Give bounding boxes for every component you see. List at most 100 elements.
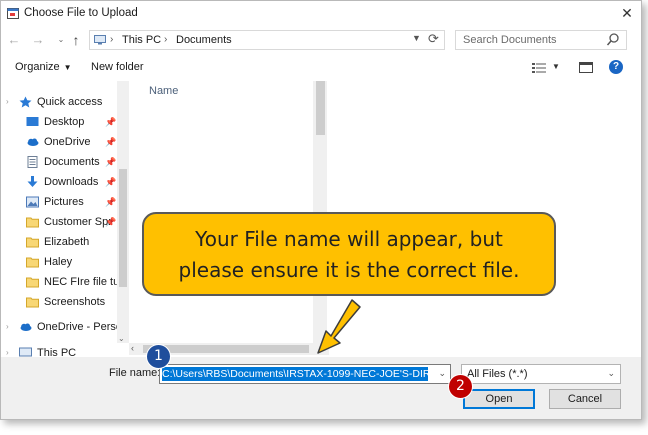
scroll-left-arrow-icon[interactable]: ‹ — [131, 343, 134, 353]
breadcrumb-separator-icon: › — [110, 34, 114, 45]
folder-icon — [26, 277, 39, 288]
view-options-icon[interactable] — [532, 62, 546, 73]
sidebar-item-label: Screenshots — [44, 296, 106, 308]
sidebar-item-haley[interactable]: Haley — [1, 254, 117, 272]
pictures-icon — [26, 196, 39, 208]
navigation-pane: › Quick access Desktop 📌 OneDrive 📌 Docu… — [1, 81, 129, 357]
organize-label: Organize — [15, 61, 60, 73]
organize-menu-button[interactable]: Organize ▼ — [15, 61, 72, 73]
cancel-button[interactable]: Cancel — [549, 389, 621, 409]
star-icon — [19, 96, 32, 108]
sidebar-item-pictures[interactable]: Pictures 📌 — [1, 194, 117, 212]
step-badge-2: 2 — [448, 374, 473, 399]
sidebar-item-downloads[interactable]: Downloads 📌 — [1, 174, 117, 192]
filename-value[interactable]: C:\Users\RBS\Documents\IRSTAX-1099-NEC-J… — [162, 367, 428, 381]
sidebar-item-label: Downloads — [44, 176, 99, 188]
address-bar[interactable]: › This PC › Documents ▼ ⟳ — [89, 30, 445, 50]
sidebar-item-label: Elizabeth — [44, 236, 90, 248]
help-icon[interactable]: ? — [609, 60, 623, 74]
sidebar-item-onedrive-personal[interactable]: › OneDrive - Person — [1, 319, 128, 337]
breadcrumb-separator-icon: › — [164, 34, 168, 45]
cloud-icon — [27, 138, 39, 146]
sidebar-item-label: Customer Spr — [44, 216, 112, 228]
breadcrumb-this-pc[interactable]: This PC — [122, 34, 161, 46]
sidebar-item-customer-spr[interactable]: Customer Spr 📌 — [1, 214, 117, 232]
folder-icon — [26, 217, 39, 228]
chevron-down-icon: ▼ — [63, 63, 72, 72]
sidebar-item-label: Haley — [44, 256, 73, 268]
pin-icon: 📌 — [105, 137, 117, 147]
sidebar-item-this-pc[interactable]: › This PC — [1, 345, 117, 357]
callout-line-1: Your File name will appear, but — [195, 227, 503, 251]
sidebar-item-label: OneDrive - Person — [37, 321, 129, 333]
folder-icon — [26, 237, 39, 248]
sidebar-item-label: NEC FIre file tuto — [44, 276, 129, 288]
sidebar-item-label: OneDrive — [44, 136, 91, 148]
navigation-pane-scrollbar[interactable]: ⌄ — [117, 81, 129, 343]
sidebar-item-elizabeth[interactable]: Elizabeth — [1, 234, 117, 252]
sidebar-item-label: This PC — [37, 347, 77, 357]
pin-icon: 📌 — [105, 197, 117, 207]
view-dropdown-icon[interactable]: ▼ — [552, 62, 560, 71]
preview-pane-icon[interactable] — [579, 62, 593, 73]
new-folder-button[interactable]: New folder — [91, 61, 144, 73]
recent-locations-chevron-icon[interactable]: ⌄ — [53, 31, 69, 49]
file-upload-dialog: Choose File to Upload ✕ ← → ⌄ ↑ › This P… — [0, 0, 642, 420]
scroll-down-arrow-icon[interactable]: ⌄ — [118, 334, 125, 343]
sidebar-item-label: Desktop — [44, 116, 85, 128]
pin-icon: 📌 — [105, 177, 117, 187]
file-type-value: All Files (*.*) — [467, 368, 528, 380]
search-placeholder: Search Documents — [463, 34, 557, 46]
folder-icon — [26, 297, 39, 308]
window-title: Choose File to Upload — [24, 7, 138, 19]
pc-icon — [94, 35, 106, 45]
title-bar: Choose File to Upload ✕ — [1, 1, 641, 27]
sidebar-item-nec-fire-file[interactable]: NEC FIre file tuto — [1, 274, 128, 292]
filename-field[interactable]: C:\Users\RBS\Documents\IRSTAX-1099-NEC-J… — [159, 364, 451, 384]
expand-chevron-icon[interactable]: › — [6, 322, 9, 331]
sidebar-item-onedrive[interactable]: OneDrive 📌 — [1, 134, 117, 152]
pc-icon — [19, 347, 32, 357]
pin-icon: 📌 — [105, 157, 117, 167]
close-button[interactable]: ✕ — [613, 1, 641, 25]
annotation-callout: Your File name will appear, but please e… — [142, 212, 556, 296]
sidebar-item-label: Pictures — [44, 196, 84, 208]
cloud-icon — [20, 323, 32, 331]
chevron-down-icon[interactable]: ⌄ — [607, 368, 615, 379]
file-type-select[interactable]: All Files (*.*) ⌄ — [461, 364, 621, 384]
document-icon — [27, 156, 38, 168]
scrollbar-thumb[interactable] — [316, 81, 325, 135]
sidebar-item-label: Documents — [44, 156, 100, 168]
sidebar-item-screenshots[interactable]: Screenshots — [1, 294, 117, 312]
forward-arrow-icon[interactable]: → — [30, 31, 46, 49]
filename-dropdown-icon[interactable]: ⌄ — [438, 368, 446, 379]
column-header-name[interactable]: Name — [149, 85, 178, 97]
search-icon — [606, 33, 619, 46]
open-button[interactable]: Open — [463, 389, 535, 409]
folder-icon — [26, 257, 39, 268]
back-arrow-icon[interactable]: ← — [6, 31, 22, 49]
sidebar-item-quick-access[interactable]: › Quick access — [1, 94, 117, 112]
annotation-arrow-icon — [317, 299, 361, 354]
navigation-bar: ← → ⌄ ↑ › This PC › Documents ▼ ⟳ Search… — [1, 29, 641, 53]
up-arrow-icon[interactable]: ↑ — [68, 31, 84, 49]
sidebar-item-desktop[interactable]: Desktop 📌 — [1, 114, 117, 132]
desktop-icon — [26, 117, 39, 126]
scrollbar-thumb[interactable] — [119, 169, 127, 287]
refresh-icon[interactable]: ⟳ — [428, 31, 439, 47]
sidebar-item-label: Quick access — [37, 96, 103, 108]
filename-label: File name: — [109, 367, 161, 379]
app-icon — [7, 8, 19, 19]
breadcrumb-documents[interactable]: Documents — [176, 34, 232, 46]
pin-icon: 📌 — [105, 217, 117, 227]
address-dropdown-icon[interactable]: ▼ — [412, 33, 421, 43]
search-input[interactable]: Search Documents — [455, 30, 627, 50]
expand-chevron-icon[interactable]: › — [6, 97, 9, 106]
download-icon — [27, 176, 38, 187]
dialog-footer: File name: C:\Users\RBS\Documents\IRSTAX… — [1, 357, 641, 419]
step-badge-1: 1 — [146, 344, 171, 369]
sidebar-item-documents[interactable]: Documents 📌 — [1, 154, 117, 172]
pin-icon: 📌 — [105, 117, 117, 127]
expand-chevron-icon[interactable]: › — [6, 348, 9, 357]
command-toolbar: Organize ▼ New folder ▼ ? — [1, 56, 641, 80]
